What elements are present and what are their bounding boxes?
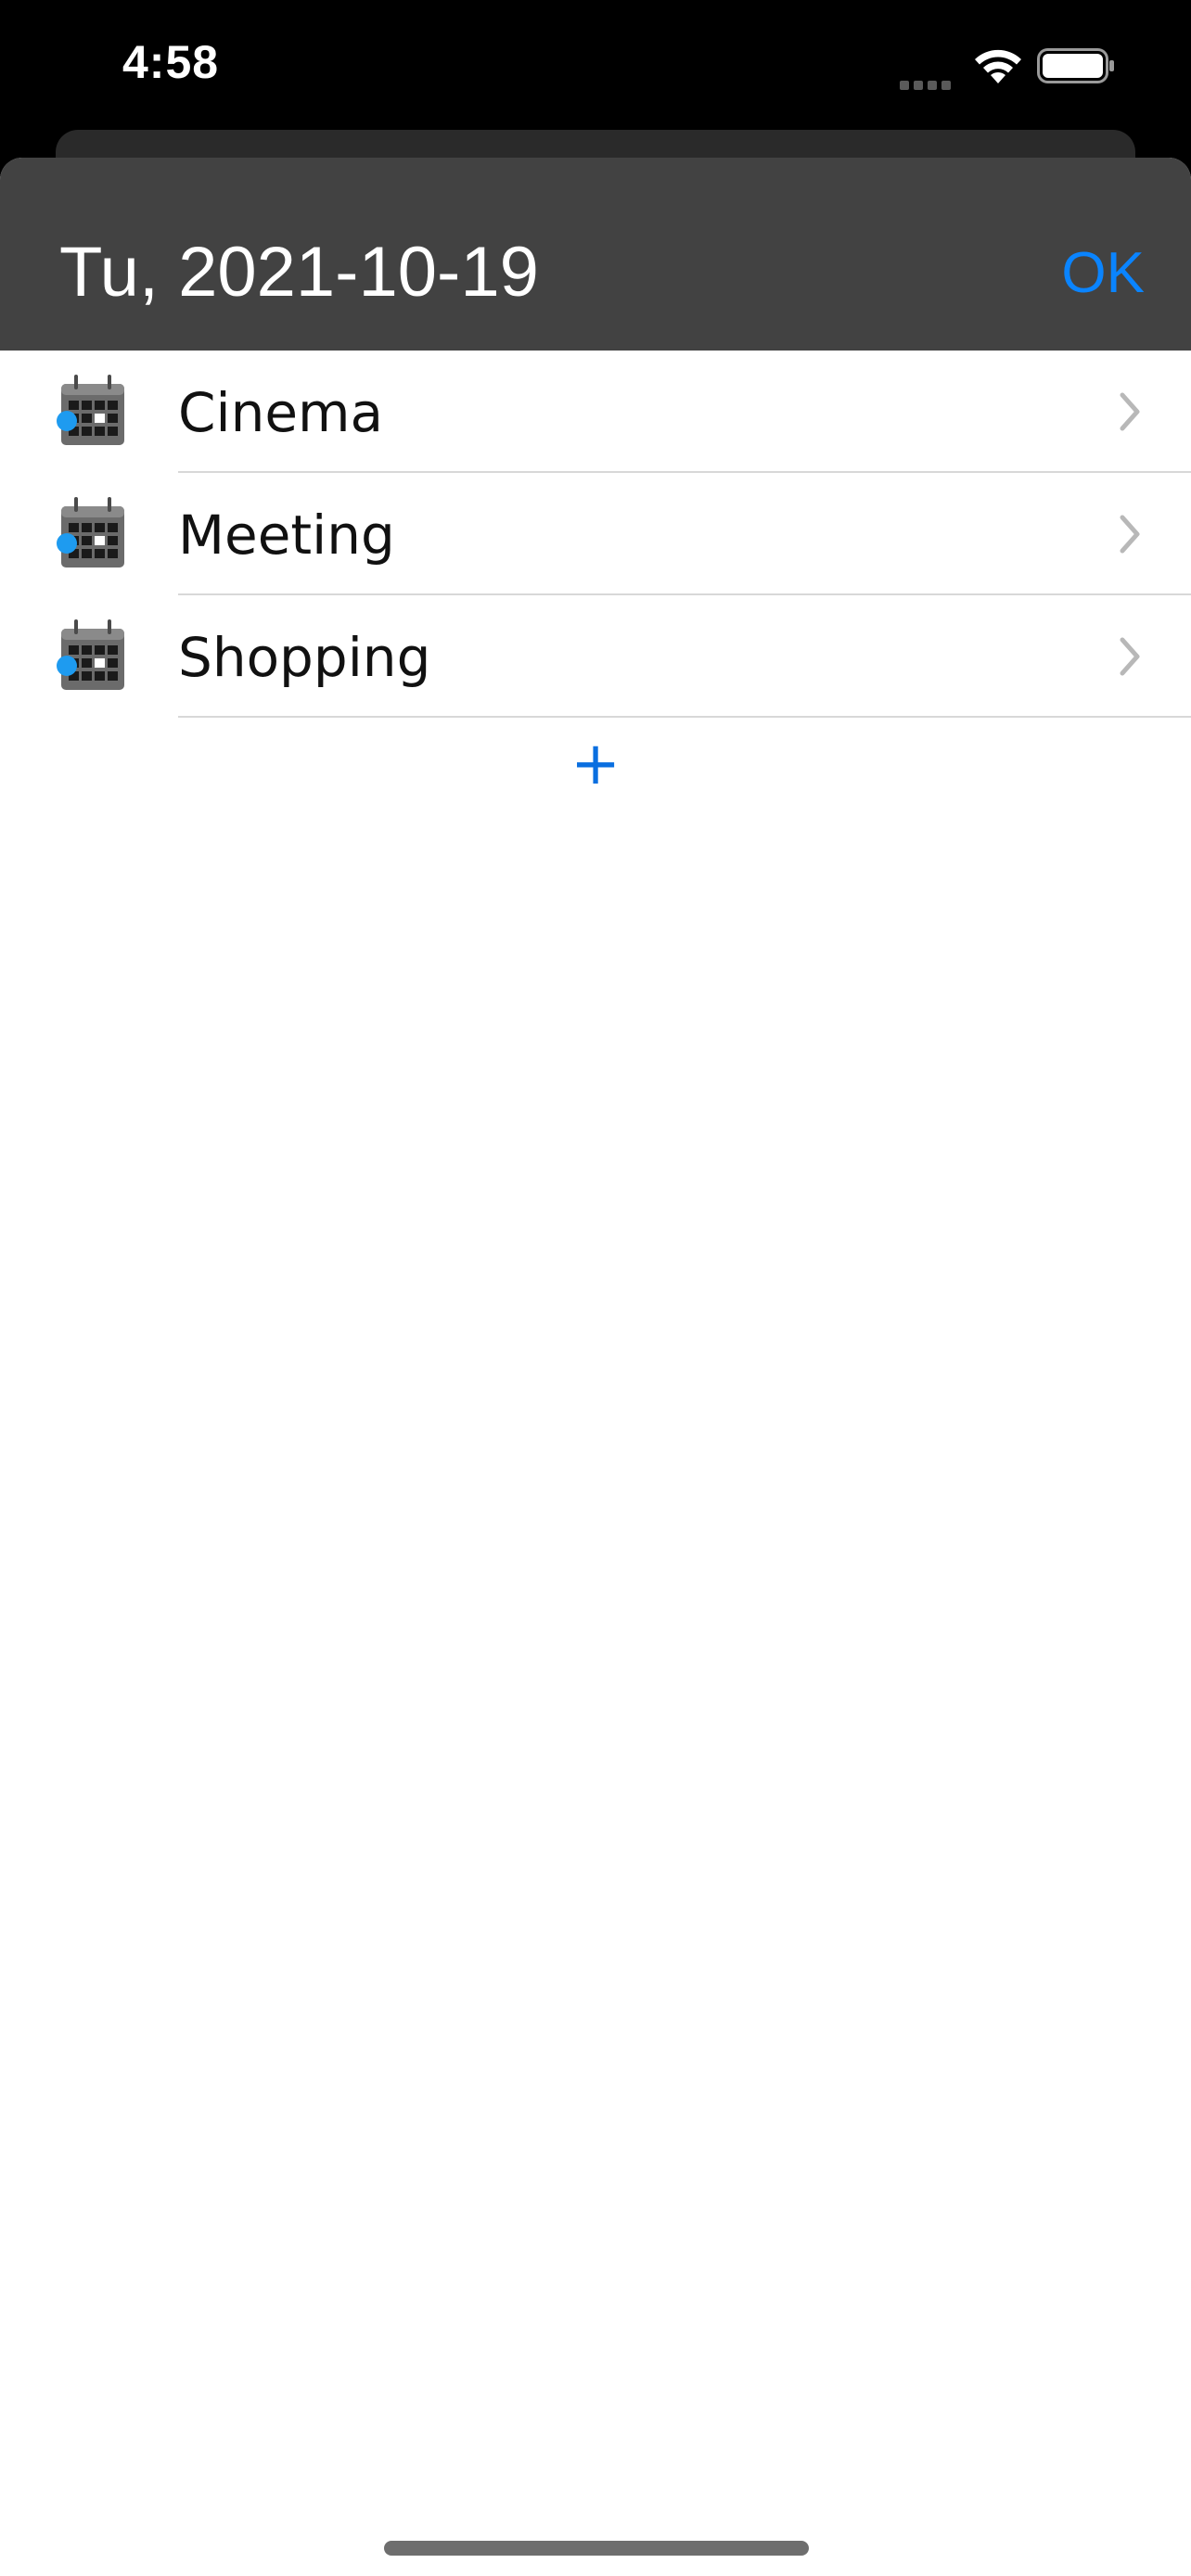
page-title: Tu, 2021-10-19 <box>59 233 539 312</box>
add-event-button[interactable]: + <box>549 718 642 810</box>
calendar-icon <box>57 375 124 445</box>
calendar-icon <box>57 619 124 690</box>
event-label: Cinema <box>178 381 384 444</box>
navigation-header: Tu, 2021-10-19 OK <box>0 158 1191 351</box>
battery-icon <box>1037 48 1114 83</box>
event-row-shopping[interactable]: Shopping <box>0 595 1191 718</box>
wifi-icon <box>975 49 1021 83</box>
chevron-right-icon <box>1120 392 1140 431</box>
chevron-right-icon <box>1120 515 1140 554</box>
event-row-meeting[interactable]: Meeting <box>0 473 1191 595</box>
chevron-right-icon <box>1120 637 1140 676</box>
cellular-signal-icon <box>900 72 957 90</box>
day-events-sheet: Tu, 2021-10-19 OK Cinema Meeting Shoppin… <box>0 158 1191 2576</box>
event-row-cinema[interactable]: Cinema <box>0 351 1191 473</box>
calendar-icon <box>57 497 124 567</box>
row-separator <box>178 716 1191 718</box>
home-indicator[interactable] <box>384 2541 809 2556</box>
status-bar: 4:58 <box>0 0 1191 130</box>
app-screen: 4:58 Tu, 2021-10-19 OK Cinema Meeting Sh… <box>0 0 1191 2576</box>
event-list: Cinema Meeting Shopping <box>0 351 1191 718</box>
event-label: Meeting <box>178 504 395 567</box>
event-label: Shopping <box>178 626 431 689</box>
status-time: 4:58 <box>122 36 220 88</box>
ok-button[interactable]: OK <box>1061 245 1145 302</box>
